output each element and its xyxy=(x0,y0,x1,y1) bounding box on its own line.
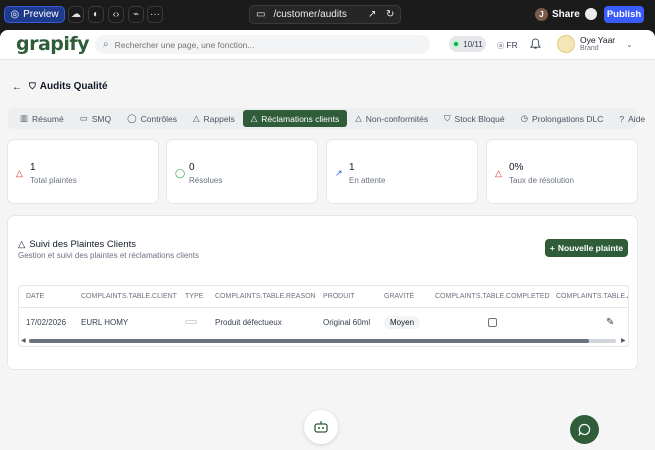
tab-reclamations-clients[interactable]: △ Réclamations clients xyxy=(242,110,348,127)
cell-reason: Produit défectueux xyxy=(215,317,282,327)
user-name: Oye Yaar xyxy=(580,35,616,45)
check-circle-icon: ◯ xyxy=(175,168,186,178)
tab-stock-bloque[interactable]: ⛉ Stock Bloqué xyxy=(436,110,512,127)
page-title: ⛉ Audits Qualité xyxy=(29,81,108,92)
column-header[interactable]: COMPLAINTS.TABLE.CLIENT xyxy=(81,286,186,307)
stat-card-total: △ 1 Total plaintes xyxy=(7,139,159,204)
user-menu[interactable]: Oye Yaar Brand ⌄ xyxy=(557,35,633,53)
stat-card-resolution-rate: △ 0% Taux de résolution xyxy=(486,139,638,204)
table-header: DATE COMPLAINTS.TABLE.CLIENT TYPE COMPLA… xyxy=(19,286,628,308)
column-header[interactable]: COMPLAINTS.TABLE.REASON xyxy=(215,286,320,307)
tab-bar: ▥ Résumé ▭ SMQ ◯ Contrôles △ Rappels △ Réclam… xyxy=(8,108,645,129)
type-badge xyxy=(185,320,197,324)
chevron-down-icon: ⌄ xyxy=(626,39,633,49)
cloud-icon[interactable]: ☁ xyxy=(68,6,84,23)
refresh-icon[interactable]: ↻ xyxy=(386,9,394,20)
table-row[interactable]: 17/02/2026 EURL HOMY Produit défectueux … xyxy=(19,308,628,336)
stat-card-resolved: ◯ 0 Résolues xyxy=(166,139,318,204)
warning-icon: △ xyxy=(193,113,200,123)
external-link-icon[interactable]: ↗ xyxy=(368,9,376,20)
new-complaint-button[interactable]: + Nouvelle plainte xyxy=(545,239,628,257)
logo[interactable]: grapify xyxy=(16,33,90,55)
tab-non-conformites[interactable]: △ Non-conformités xyxy=(347,110,436,127)
tab-smq[interactable]: ▭ SMQ xyxy=(72,110,119,127)
avatar xyxy=(557,35,575,53)
clock-icon: ◷ xyxy=(520,113,529,123)
panel-title: △ Suivi des Plaintes Clients xyxy=(18,239,136,250)
user-role: Brand xyxy=(580,45,599,52)
cell-completed xyxy=(488,308,497,336)
github-icon[interactable] xyxy=(585,8,597,20)
app-frame: grapify ⌕ 10/11 ⓐ FR Oye Yaar Brand ⌄ ← … xyxy=(0,30,655,450)
back-arrow-icon[interactable]: ← xyxy=(12,82,22,93)
edit-icon[interactable]: ✎ xyxy=(606,308,614,336)
completed-checkbox[interactable] xyxy=(488,317,497,327)
severity-badge: Moyen xyxy=(384,315,421,329)
publish-button[interactable]: Publish xyxy=(604,6,644,23)
chat-button[interactable] xyxy=(570,415,599,444)
share-button[interactable]: J Share xyxy=(535,6,580,23)
url-bar[interactable]: ▭ /customer/audits ↗ ↻ xyxy=(249,5,401,24)
monitor-icon: ▭ xyxy=(256,9,266,20)
translate-icon: ⓐ xyxy=(497,43,504,50)
tab-controles[interactable]: ◯ Contrôles xyxy=(119,110,185,127)
tab-prolongations-dlc[interactable]: ◷ Prolongations DLC xyxy=(513,110,612,127)
scroll-thumb[interactable] xyxy=(29,339,589,343)
cell-type xyxy=(185,308,197,336)
folder-icon: ▭ xyxy=(79,113,88,123)
trend-icon: ↗ xyxy=(335,168,343,178)
bell-icon[interactable] xyxy=(530,38,541,50)
warning-icon: △ xyxy=(16,168,23,178)
avatar: J xyxy=(535,8,548,21)
horizontal-scrollbar[interactable]: ◀ ▶ xyxy=(19,336,628,346)
browser-toolbar: ◎ Preview ☁ ◐ ‹› ⌁ ··· ▭ /customer/audit… xyxy=(0,0,655,30)
help-icon: ? xyxy=(619,113,625,124)
column-header[interactable]: GRAVITÉ xyxy=(384,286,424,307)
globe-icon: ◎ xyxy=(10,9,20,20)
complaints-table: DATE COMPLAINTS.TABLE.CLIENT TYPE COMPLA… xyxy=(18,285,629,347)
chart-icon: ▥ xyxy=(20,113,29,123)
cell-date: 17/02/2026 xyxy=(26,317,67,327)
column-header[interactable]: TYPE xyxy=(185,286,210,307)
warning-icon: △ xyxy=(18,239,26,250)
column-header[interactable]: DATE xyxy=(26,286,76,307)
search-icon: ⌕ xyxy=(103,39,109,50)
status-dot-icon xyxy=(452,40,461,48)
column-header[interactable]: PRODUIT xyxy=(323,286,373,307)
complaints-panel: △ Suivi des Plaintes Clients Gestion et … xyxy=(7,215,638,370)
warning-icon: △ xyxy=(250,113,258,123)
panel-subtitle: Gestion et suivi des plaintes et réclama… xyxy=(18,251,199,260)
analytics-icon[interactable]: ⌁ xyxy=(128,6,144,23)
shield-icon: ⛉ xyxy=(29,81,36,91)
tab-rappels[interactable]: △ Rappels xyxy=(185,110,243,127)
stat-card-pending: ↗ 1 En attente xyxy=(326,139,478,204)
assistant-bot-button[interactable] xyxy=(304,410,338,444)
warning-icon: △ xyxy=(495,168,502,178)
url-text: /customer/audits xyxy=(273,9,347,20)
preview-button[interactable]: ◎ Preview xyxy=(4,6,65,23)
palette-icon[interactable]: ◐ xyxy=(88,6,104,23)
plus-icon: + xyxy=(549,243,555,253)
language-selector[interactable]: ⓐ FR xyxy=(497,40,518,51)
column-header[interactable]: COMPLAINTS.TABLE.A xyxy=(556,286,628,307)
cell-product: Original 60ml xyxy=(323,317,371,327)
cell-client: EURL HOMY xyxy=(81,317,129,327)
search-input[interactable] xyxy=(114,39,415,50)
shield-icon: ⛉ xyxy=(444,113,451,123)
chat-bubble-icon xyxy=(578,423,591,436)
scroll-left-icon[interactable]: ◀ xyxy=(21,337,26,344)
robot-icon xyxy=(314,421,328,433)
tab-resume[interactable]: ▥ Résumé xyxy=(12,110,72,127)
check-circle-icon: ◯ xyxy=(127,113,137,123)
column-header[interactable]: COMPLAINTS.TABLE.COMPLETED xyxy=(435,286,550,307)
search-bar[interactable]: ⌕ xyxy=(95,35,430,54)
code-icon[interactable]: ‹› xyxy=(108,6,124,23)
scroll-right-icon[interactable]: ▶ xyxy=(621,337,626,344)
score-badge[interactable]: 10/11 xyxy=(449,36,486,52)
cell-severity: Moyen xyxy=(384,308,421,336)
warning-icon: △ xyxy=(355,113,362,123)
app-header: grapify ⌕ 10/11 ⓐ FR Oye Yaar Brand ⌄ xyxy=(0,30,655,60)
more-icon[interactable]: ··· xyxy=(147,6,163,23)
tab-aide[interactable]: ? Aide xyxy=(611,110,653,127)
